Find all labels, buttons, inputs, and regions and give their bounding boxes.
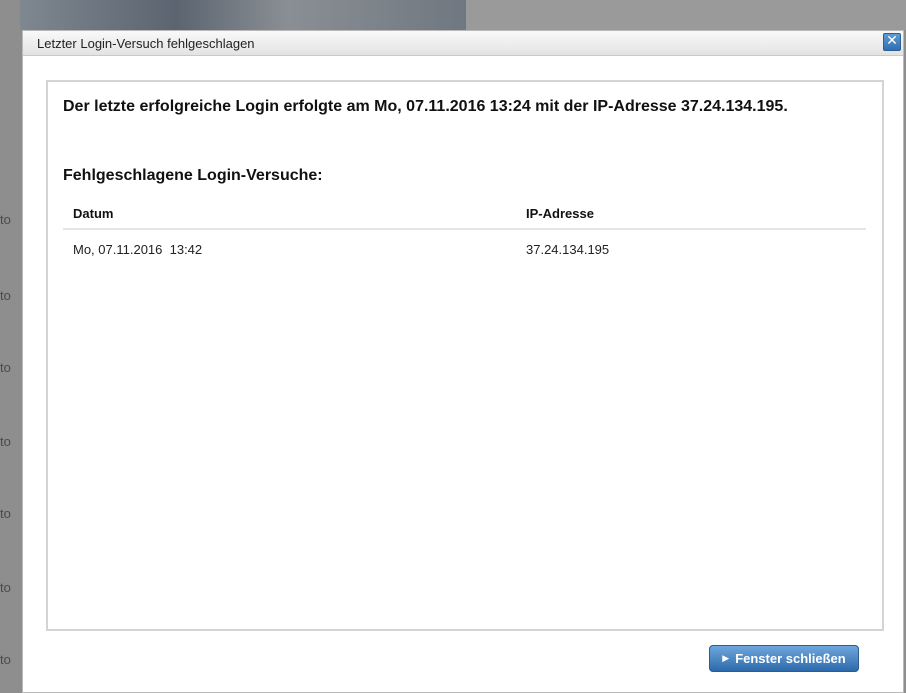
close-window-button[interactable]: ▶ Fenster schließen	[709, 645, 859, 672]
triangle-right-icon: ▶	[722, 653, 730, 664]
cell-date: Mo, 07.11.2016 13:42	[73, 242, 203, 257]
close-window-button-label: Fenster schließen	[735, 651, 846, 666]
failed-login-dialog: Letzter Login-Versuch fehlgeschlagen ✕ D…	[22, 30, 904, 693]
column-header-ip: IP-Adresse	[526, 206, 594, 221]
close-icon[interactable]: ✕	[883, 33, 901, 51]
dialog-title: Letzter Login-Versuch fehlgeschlagen	[37, 36, 255, 51]
background-image	[20, 0, 466, 30]
dialog-titlebar: Letzter Login-Versuch fehlgeschlagen ✕	[23, 31, 903, 56]
background-panel	[466, 0, 906, 30]
failed-attempts-table: Datum IP-Adresse Mo, 07.11.2016 13:42 37…	[63, 196, 866, 264]
failed-attempts-heading: Fehlgeschlagene Login-Versuche:	[63, 167, 323, 184]
last-login-message: Der letzte erfolgreiche Login erfolgte a…	[63, 98, 788, 115]
background-text-fragment: to	[0, 360, 11, 375]
background-text-fragment: to	[0, 434, 11, 449]
background-text-fragment: to	[0, 506, 11, 521]
background-text-fragment: to	[0, 288, 11, 303]
background-text-fragment: to	[0, 212, 11, 227]
cell-ip: 37.24.134.195	[526, 242, 610, 257]
column-header-date: Datum	[73, 206, 114, 221]
content-panel: Der letzte erfolgreiche Login erfolgte a…	[46, 80, 884, 631]
background-text-fragment: to	[0, 580, 11, 595]
background-text-fragment: to	[0, 652, 11, 667]
table-row: Mo, 07.11.2016 13:42 37.24.134.195	[63, 230, 866, 264]
table-header: Datum IP-Adresse	[63, 196, 866, 230]
